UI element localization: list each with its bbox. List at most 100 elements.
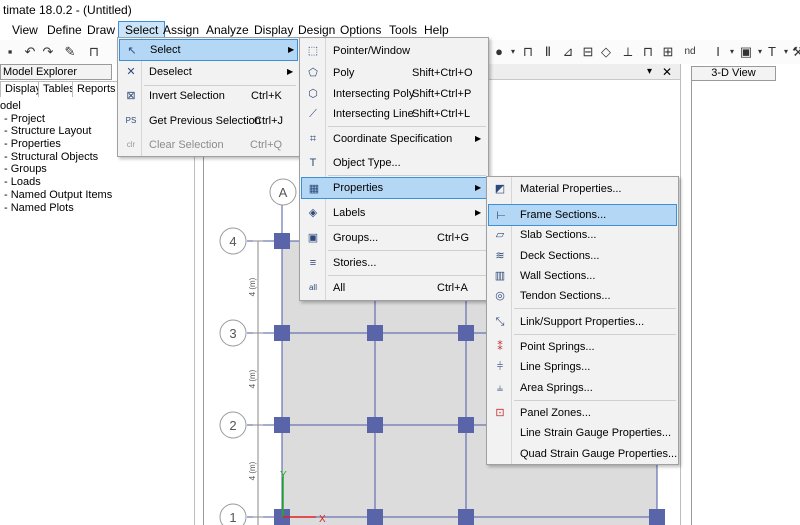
column[interactable] — [458, 417, 474, 433]
pointer-window-icon: ⬚ — [307, 45, 319, 57]
menu-item-properties[interactable]: ▦ Properties ▶ — [301, 177, 487, 199]
grid-icon[interactable]: ⊞ — [660, 44, 676, 60]
slab-icon[interactable]: ◇ — [598, 44, 614, 60]
coordinate-icon: ⌗ — [309, 133, 317, 145]
menu-item-intersecting-line[interactable]: ⟋ Intersecting Line Shift+Ctrl+L — [301, 103, 487, 125]
menu-item-tendon-sections[interactable]: ◎ Tendon Sections... — [488, 285, 677, 307]
menu-item-slab-sections[interactable]: ▱ Slab Sections... — [488, 224, 677, 246]
column[interactable] — [274, 325, 290, 341]
column[interactable] — [367, 325, 383, 341]
menu-item-labels[interactable]: ◈ Labels ▶ — [301, 202, 487, 224]
poly-icon: ⬠ — [308, 67, 318, 79]
column[interactable] — [458, 509, 474, 525]
menu-item-deselect[interactable]: ✕ Deselect ▶ — [119, 61, 298, 83]
submenu-arrow-icon: ▶ — [288, 45, 295, 54]
submenu-arrow-icon: ▶ — [475, 134, 482, 143]
tree-item-structure-layout[interactable]: - Structure Layout — [0, 125, 112, 138]
tree-item-structural-objects[interactable]: - Structural Objects — [0, 151, 112, 164]
submenu-arrow-icon: ▶ — [475, 183, 482, 192]
menu-item-get-previous-selection[interactable]: PS Get Previous Selection Ctrl+J — [119, 110, 298, 132]
grid-bubble-label: 2 — [229, 418, 236, 433]
menu-item-poly[interactable]: ⬠ Poly Shift+Ctrl+O — [301, 62, 487, 84]
line-springs-icon: ⫩ — [496, 361, 504, 373]
menu-item-frame-sections[interactable]: ⊢ Frame Sections... — [488, 204, 677, 226]
menu-item-intersecting-poly[interactable]: ⬡ Intersecting Poly Shift+Ctrl+P — [301, 83, 487, 105]
undo-icon[interactable]: ↶ — [22, 44, 38, 60]
properties-icon: ▦ — [308, 183, 320, 195]
spacing-label: 4 (m) — [248, 461, 257, 480]
tab-3d-view[interactable]: 3-D View — [691, 66, 776, 81]
menu-item-deck-sections[interactable]: ≋ Deck Sections... — [488, 245, 677, 267]
opening-icon[interactable]: ⟂ — [620, 44, 636, 60]
menu-item-wall-sections[interactable]: ▥ Wall Sections... — [488, 265, 677, 287]
clear-selection-icon: clr — [126, 140, 136, 149]
brace-icon[interactable]: ⊿ — [560, 44, 576, 60]
menu-view[interactable]: View — [6, 21, 44, 39]
tree-item-named-plots[interactable]: - Named Plots — [0, 202, 112, 215]
tree-item-model[interactable]: odel — [0, 100, 112, 113]
column[interactable] — [458, 325, 474, 341]
intersecting-line-icon: ⟋ — [309, 108, 317, 120]
redo-icon[interactable]: ↷ — [40, 44, 56, 60]
column[interactable] — [649, 509, 665, 525]
tree-item-loads[interactable]: - Loads — [0, 176, 112, 189]
menu-item-select[interactable]: ↖ Select ▶ — [119, 39, 298, 61]
properties-submenu: ◩ Material Properties... ⊢ Frame Section… — [486, 176, 679, 465]
menu-item-line-springs[interactable]: ⫩ Line Springs... — [488, 356, 677, 378]
grid-bubble-label: A — [279, 185, 288, 200]
select-cursor-icon: ↖ — [127, 45, 137, 57]
spacing-label: 4 (m) — [248, 277, 257, 296]
dropdown-arrow-icon[interactable]: ▾ — [505, 44, 521, 60]
stories-icon: ≡ — [309, 257, 317, 269]
menu-item-stories[interactable]: ≡ Stories... — [301, 252, 487, 274]
lock-icon[interactable]: ⊓ — [86, 44, 102, 60]
menu-item-pointer-window[interactable]: ⬚ Pointer/Window — [301, 40, 487, 62]
invert-selection-icon: ⊠ — [126, 90, 136, 102]
window-title-bar: timate 18.0.2 - (Untitled) — [0, 0, 800, 20]
tree-item-groups[interactable]: - Groups — [0, 163, 112, 176]
column[interactable] — [367, 509, 383, 525]
grid-bubble-label: 4 — [229, 234, 236, 249]
column[interactable] — [274, 233, 290, 249]
tab-reports[interactable]: Reports — [72, 81, 121, 97]
menu-item-clear-selection[interactable]: clr Clear Selection Ctrl+Q — [119, 134, 298, 156]
menu-item-point-springs[interactable]: ⁑ Point Springs... — [488, 336, 677, 358]
menu-item-material-properties[interactable]: ◩ Material Properties... — [488, 178, 677, 200]
pencil-icon[interactable]: ✎ — [62, 44, 78, 60]
menu-item-panel-zones[interactable]: ⊡ Panel Zones... — [488, 402, 677, 424]
menu-item-all[interactable]: all All Ctrl+A — [301, 277, 487, 299]
column-icon[interactable]: Ⅱ — [540, 44, 556, 60]
slab-sections-icon: ▱ — [495, 229, 505, 241]
3d-view-canvas[interactable] — [691, 81, 800, 525]
beam-icon[interactable]: ⊓ — [640, 44, 656, 60]
close-icon[interactable]: ✕ — [662, 64, 672, 80]
menu-item-coordinate-specification[interactable]: ⌗ Coordinate Specification ▶ — [301, 128, 487, 150]
menu-separator — [514, 308, 676, 309]
menu-item-area-springs[interactable]: ⫨ Area Springs... — [488, 377, 677, 399]
groups-icon: ▣ — [307, 232, 319, 244]
menu-separator — [328, 126, 486, 127]
menu-item-quad-strain-gauge-properties[interactable]: Quad Strain Gauge Properties... — [488, 443, 677, 465]
tree-item-named-output-items[interactable]: - Named Output Items — [0, 189, 112, 202]
nd-label[interactable]: nd — [680, 44, 700, 60]
menu-draw[interactable]: Draw — [81, 21, 121, 39]
select-submenu: ⬚ Pointer/Window ⬠ Poly Shift+Ctrl+O ⬡ I… — [299, 37, 489, 301]
tree-item-properties[interactable]: - Properties — [0, 138, 112, 151]
column[interactable] — [274, 417, 290, 433]
tree-item-project[interactable]: - Project — [0, 113, 112, 126]
submenu-arrow-icon: ▶ — [475, 208, 482, 217]
frame-icon[interactable]: ⊓ — [520, 44, 536, 60]
column[interactable] — [367, 417, 383, 433]
menu-item-groups[interactable]: ▣ Groups... Ctrl+G — [301, 227, 487, 249]
wall-icon[interactable]: ⊟ — [580, 44, 596, 60]
previous-selection-icon: PS — [125, 116, 137, 125]
wrench-icon[interactable]: ⚒ — [790, 44, 800, 60]
area-springs-icon: ⫨ — [496, 382, 504, 394]
3d-view-panel: 3-D View — [680, 64, 800, 525]
save-icon[interactable]: ▪ — [2, 44, 18, 60]
menu-item-object-type[interactable]: T Object Type... — [301, 152, 487, 174]
menu-item-invert-selection[interactable]: ⊠ Invert Selection Ctrl+K — [119, 85, 298, 107]
menu-item-line-strain-gauge-properties[interactable]: Line Strain Gauge Properties... — [488, 422, 677, 444]
panel-menu-icon[interactable]: ▾ — [647, 64, 652, 80]
menu-item-link-support-properties[interactable]: ⤡ Link/Support Properties... — [488, 311, 677, 333]
